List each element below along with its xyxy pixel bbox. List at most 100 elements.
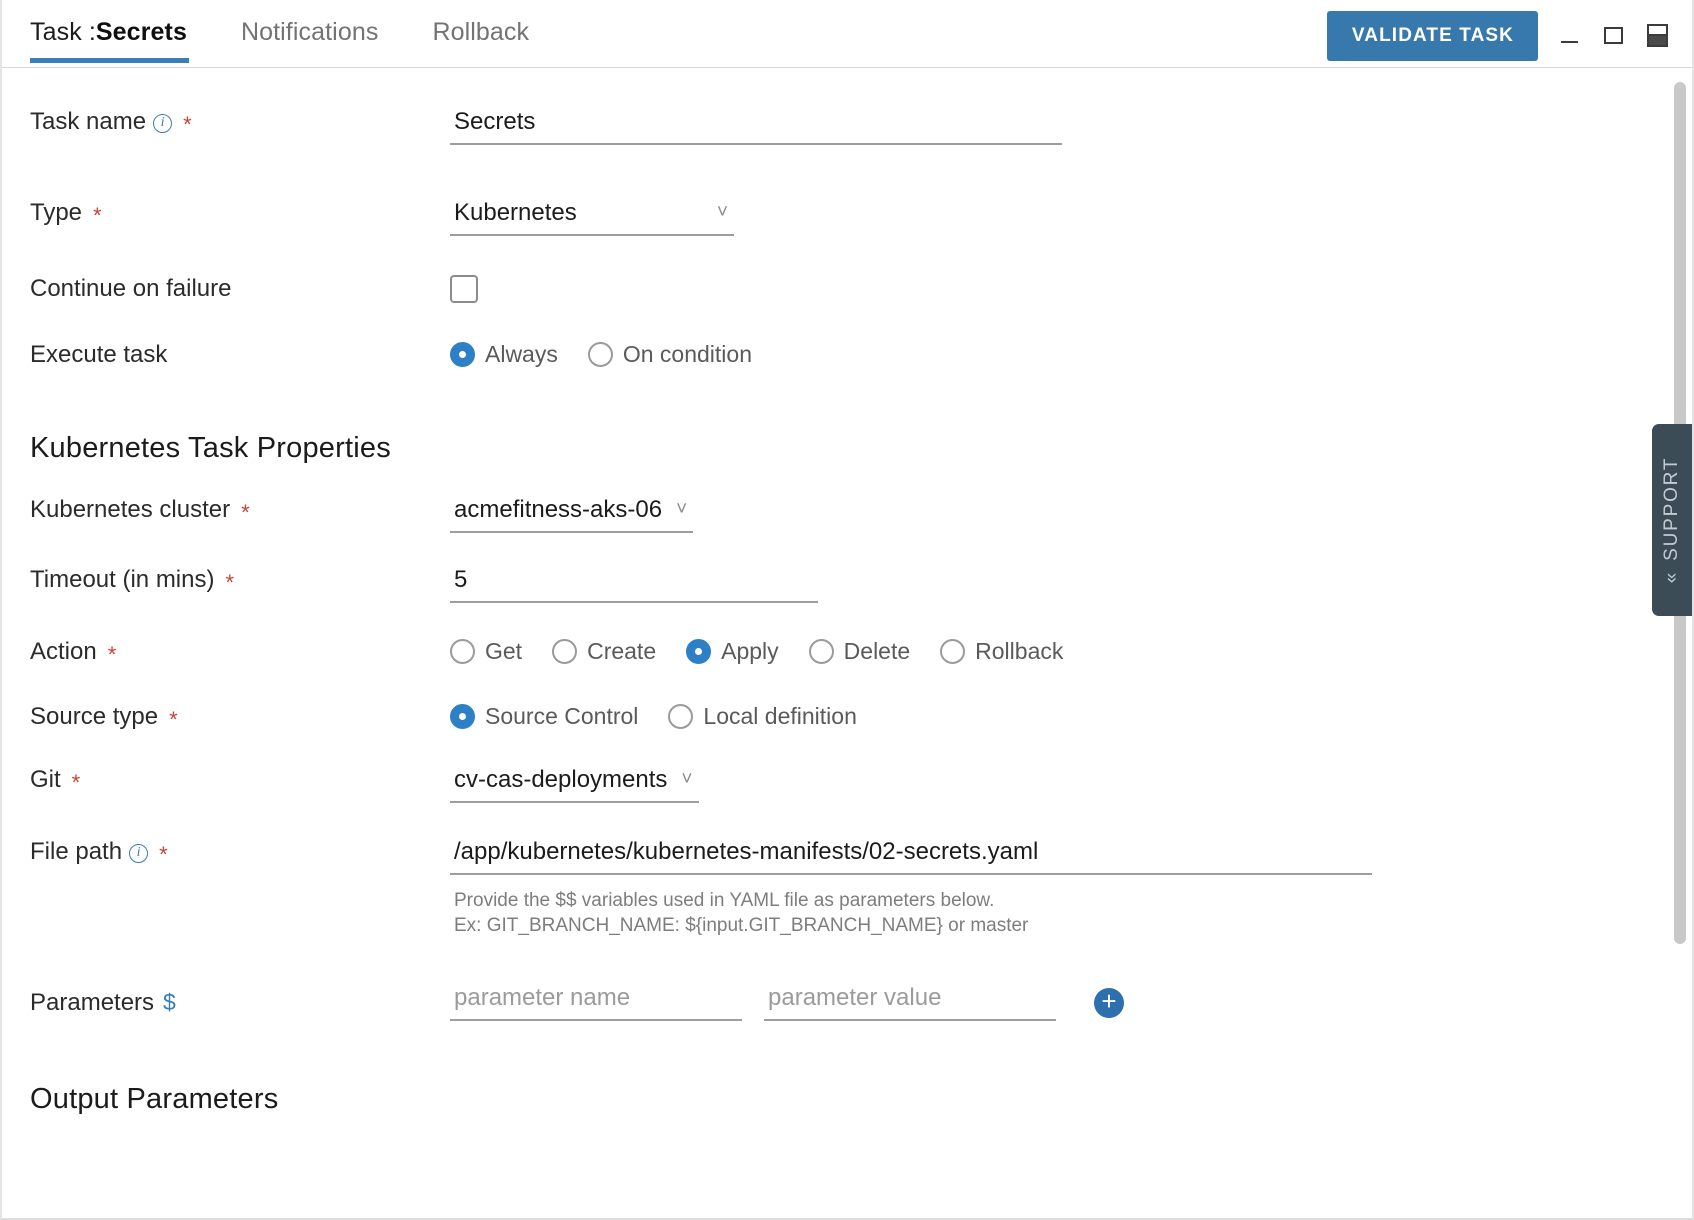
timeout-field xyxy=(450,566,1692,603)
tab-rollback[interactable]: Rollback xyxy=(432,18,557,63)
file-path-label: File path i * xyxy=(2,838,450,866)
type-selected-value: Kubernetes xyxy=(454,199,577,226)
continue-on-failure-checkbox[interactable] xyxy=(450,275,478,303)
output-parameters-title: Output Parameters xyxy=(30,1083,279,1116)
minimize-icon xyxy=(1560,41,1578,43)
type-select[interactable]: Kubernetes ˅ xyxy=(450,199,734,236)
parameters-label-text: Parameters xyxy=(30,988,155,1016)
form-scroll-area: Task name i * Type * Kubernetes ˅ xyxy=(2,68,1692,1218)
execute-task-radio-group: Always On condition xyxy=(450,341,1692,368)
row-file-path: File path i * Provide the $$ variables u… xyxy=(2,838,1692,938)
task-name-label: Task name i * xyxy=(2,108,450,136)
required-marker: * xyxy=(241,500,250,525)
source-type-label: Source type * xyxy=(2,703,450,731)
execute-task-label: Execute task xyxy=(2,341,450,369)
radio-option-create[interactable]: Create xyxy=(552,638,656,665)
radio-option-source-control[interactable]: Source Control xyxy=(450,703,638,730)
support-tab-inner: « SUPPORT xyxy=(1661,457,1683,583)
kubernetes-cluster-label-text: Kubernetes cluster xyxy=(30,496,231,523)
tab-task[interactable]: Task :Secrets xyxy=(30,18,215,63)
task-name-label-text: Task name xyxy=(30,108,147,135)
radio-local-definition-indicator xyxy=(668,704,694,729)
radio-option-apply[interactable]: Apply xyxy=(686,638,779,665)
radio-on-condition-label: On condition xyxy=(622,341,752,367)
info-icon[interactable]: i xyxy=(129,843,149,863)
execute-task-field: Always On condition xyxy=(450,341,1692,368)
dollar-icon[interactable]: $ xyxy=(163,989,176,1016)
file-path-hint: Provide the $$ variables used in YAML fi… xyxy=(454,890,1029,937)
kubernetes-cluster-label: Kubernetes cluster * xyxy=(2,496,450,524)
parameters-field: + xyxy=(450,984,1692,1022)
git-selected-value: cv-cas-deployments xyxy=(454,766,668,793)
continue-on-failure-label-text: Continue on failure xyxy=(30,275,232,302)
required-marker: * xyxy=(159,842,168,867)
git-select[interactable]: cv-cas-deployments ˅ xyxy=(450,766,699,803)
file-path-input[interactable] xyxy=(450,838,1372,875)
required-marker: * xyxy=(169,707,178,732)
tab-task-prefix: Task : xyxy=(30,18,96,46)
radio-source-control-label: Source Control xyxy=(485,703,639,729)
radio-option-on-condition[interactable]: On condition xyxy=(587,341,752,368)
required-marker: * xyxy=(183,112,192,137)
split-view-button[interactable] xyxy=(1644,22,1670,48)
task-form: Task name i * Type * Kubernetes ˅ xyxy=(2,108,1692,1116)
row-action: Action * Get Create Apply Delete Rollbac… xyxy=(2,638,1692,666)
action-field: Get Create Apply Delete Rollback xyxy=(450,638,1692,665)
radio-option-delete[interactable]: Delete xyxy=(808,638,911,665)
maximize-icon xyxy=(1603,26,1623,44)
radio-source-control-indicator xyxy=(450,704,475,729)
required-marker: * xyxy=(225,570,235,595)
parameter-value-input[interactable] xyxy=(764,984,1056,1022)
timeout-label: Timeout (in mins) * xyxy=(2,566,450,594)
timeout-input[interactable] xyxy=(450,566,818,603)
source-type-label-text: Source type xyxy=(30,703,159,730)
chevron-down-icon: ˅ xyxy=(681,769,693,790)
radio-option-rollback[interactable]: Rollback xyxy=(940,638,1063,665)
row-source-type: Source type * Source Control Local defin… xyxy=(2,703,1692,731)
info-icon[interactable]: i xyxy=(153,113,173,133)
maximize-button[interactable] xyxy=(1600,22,1626,48)
support-tab[interactable]: « SUPPORT xyxy=(1652,424,1692,616)
source-type-radio-group: Source Control Local definition xyxy=(450,703,1692,730)
radio-always-indicator xyxy=(450,342,475,367)
source-type-field: Source Control Local definition xyxy=(450,703,1692,730)
radio-apply-indicator xyxy=(686,639,712,664)
radio-option-local-definition[interactable]: Local definition xyxy=(668,703,857,730)
kubernetes-cluster-selected-value: acmefitness-aks-06 xyxy=(454,496,663,523)
radio-create-label: Create xyxy=(587,638,657,664)
file-path-label-text: File path xyxy=(30,838,123,865)
continue-on-failure-label: Continue on failure xyxy=(2,275,450,303)
git-label: Git * xyxy=(2,766,450,794)
radio-always-label: Always xyxy=(485,341,558,367)
kubernetes-cluster-field: acmefitness-aks-06 ˅ xyxy=(450,496,1692,533)
vertical-scrollbar[interactable] xyxy=(1674,68,1686,1218)
chevron-down-icon: ˅ xyxy=(716,202,728,223)
validate-task-button[interactable]: VALIDATE TASK xyxy=(1326,11,1538,61)
row-type: Type * Kubernetes ˅ xyxy=(2,199,1692,236)
minimize-button[interactable] xyxy=(1556,22,1582,48)
radio-option-always[interactable]: Always xyxy=(450,341,558,368)
row-continue-on-failure: Continue on failure xyxy=(2,275,1692,303)
radio-option-get[interactable]: Get xyxy=(450,638,522,665)
task-name-input[interactable] xyxy=(450,108,1062,145)
row-git: Git * cv-cas-deployments ˅ xyxy=(2,766,1692,803)
row-execute-task: Execute task Always On condition xyxy=(2,341,1692,369)
file-path-field: Provide the $$ variables used in YAML fi… xyxy=(450,838,1692,938)
parameter-name-input[interactable] xyxy=(450,984,742,1022)
tab-bar: Task :Secrets Notifications Rollback xyxy=(30,18,583,63)
type-label: Type * xyxy=(2,199,450,227)
kubernetes-cluster-select[interactable]: acmefitness-aks-06 ˅ xyxy=(450,496,694,533)
tab-notifications[interactable]: Notifications xyxy=(241,18,406,63)
action-radio-group: Get Create Apply Delete Rollback xyxy=(450,638,1692,665)
radio-delete-label: Delete xyxy=(843,638,911,664)
timeout-label-text: Timeout (in mins) xyxy=(30,566,215,593)
row-task-name: Task name i * xyxy=(2,108,1692,145)
radio-apply-label: Apply xyxy=(721,638,779,664)
header-actions: VALIDATE TASK xyxy=(1326,11,1670,61)
execute-task-label-text: Execute task xyxy=(30,341,168,368)
support-collapse-icon: « xyxy=(1661,570,1683,584)
continue-on-failure-field xyxy=(450,275,1692,303)
row-timeout: Timeout (in mins) * xyxy=(2,566,1692,603)
type-field: Kubernetes ˅ xyxy=(450,199,1692,236)
add-parameter-button[interactable]: + xyxy=(1094,987,1124,1018)
